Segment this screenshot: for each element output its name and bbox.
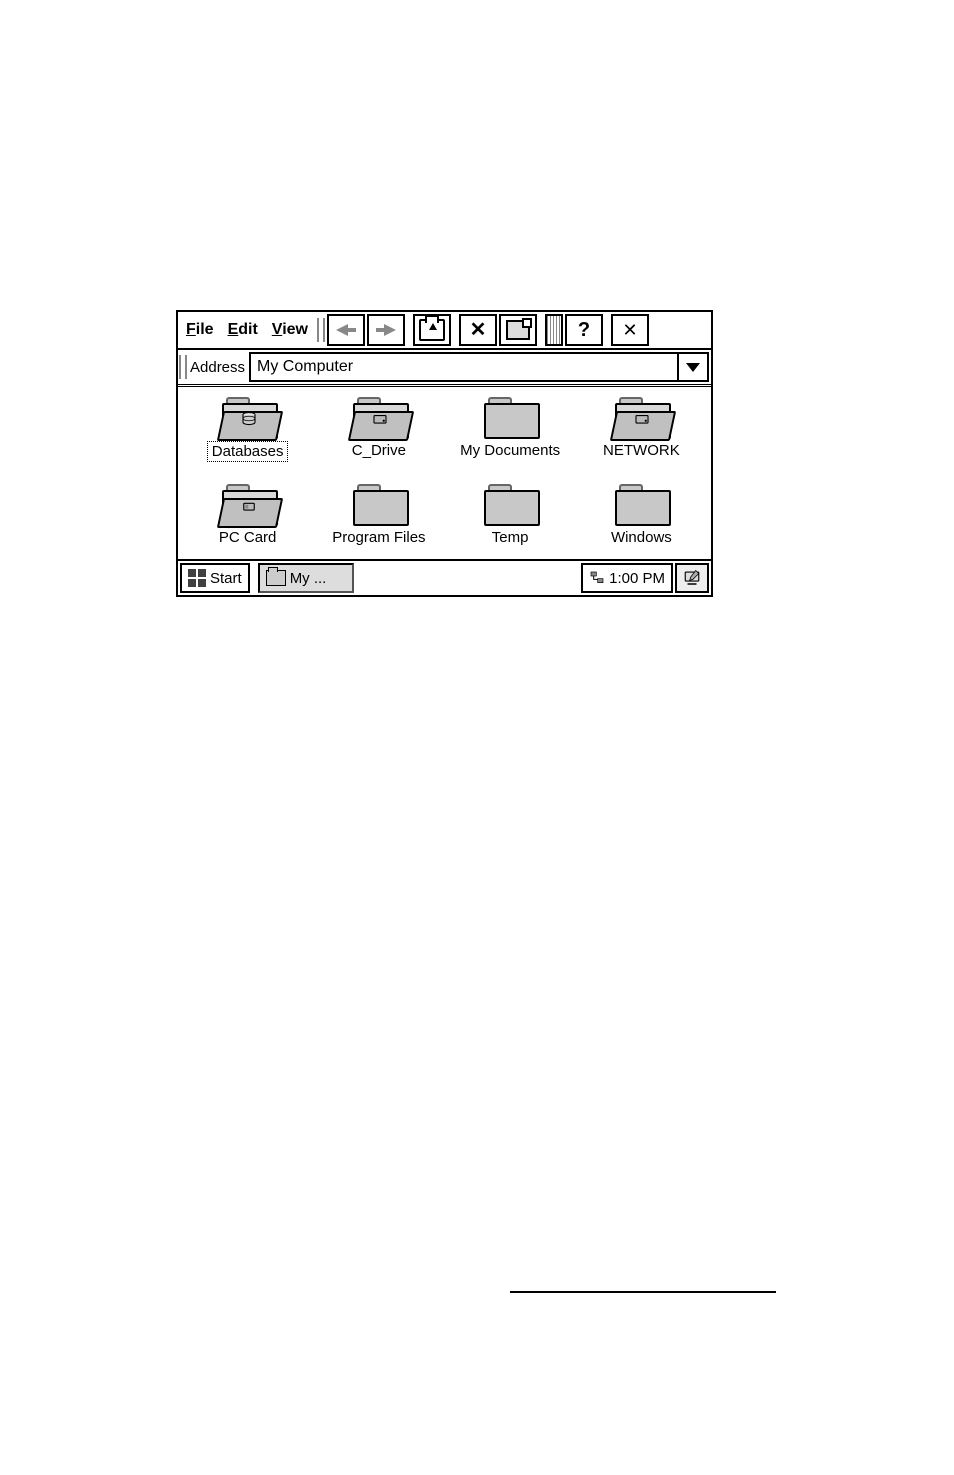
address-label: Address xyxy=(188,350,249,384)
taskbar: Start My ... 1:00 PM xyxy=(178,559,711,595)
folder-icon xyxy=(615,484,667,522)
back-button[interactable] xyxy=(327,314,365,346)
nav-buttons xyxy=(326,312,406,348)
item-label: Temp xyxy=(488,528,533,547)
folder-open-icon xyxy=(615,397,667,435)
network-tray-icon xyxy=(589,570,605,586)
item-label: C_Drive xyxy=(348,441,410,460)
drive-overlay-icon xyxy=(369,411,391,429)
item-databases[interactable]: Databases xyxy=(184,397,311,462)
x-icon: ✕ xyxy=(470,320,487,340)
chevron-down-icon xyxy=(686,363,700,372)
properties-icon xyxy=(506,320,530,340)
address-value: My Computer xyxy=(257,358,353,376)
taskbar-task-my[interactable]: My ... xyxy=(258,563,354,593)
up-button[interactable] xyxy=(413,314,451,346)
item-label: Databases xyxy=(207,441,289,462)
database-overlay-icon xyxy=(238,411,260,429)
item-my-documents[interactable]: My Documents xyxy=(447,397,574,462)
close-icon: ✕ xyxy=(622,321,637,339)
delete-button[interactable]: ✕ xyxy=(459,314,497,346)
addressbar-grip[interactable] xyxy=(178,350,188,384)
item-pc-card[interactable]: PC Card xyxy=(184,484,311,547)
windows-logo-icon xyxy=(188,569,206,587)
toolbar-separator xyxy=(545,314,563,346)
item-windows[interactable]: Windows xyxy=(578,484,705,547)
menubar: File Edit View ✕ ? ✕ xyxy=(178,312,711,350)
icon-grid: Databases C_Drive My Documents xyxy=(182,393,707,557)
folder-open-icon xyxy=(222,397,274,435)
start-button[interactable]: Start xyxy=(180,563,250,593)
item-label: PC Card xyxy=(215,528,281,547)
question-icon: ? xyxy=(578,319,590,342)
content-area: Databases C_Drive My Documents xyxy=(178,387,711,559)
forward-button[interactable] xyxy=(367,314,405,346)
item-temp[interactable]: Temp xyxy=(447,484,574,547)
start-label: Start xyxy=(210,570,242,587)
folder-open-icon xyxy=(353,397,405,435)
address-field[interactable]: My Computer xyxy=(249,352,679,382)
menu-view[interactable]: View xyxy=(272,321,308,339)
desktop-tray-button[interactable] xyxy=(675,563,709,593)
item-label: NETWORK xyxy=(599,441,684,460)
explorer-window: File Edit View ✕ ? ✕ xyxy=(176,310,713,597)
clock: 1:00 PM xyxy=(609,570,665,587)
folder-icon xyxy=(484,397,536,435)
item-label: My Documents xyxy=(456,441,564,460)
folder-open-icon xyxy=(222,484,274,522)
desktop-icon xyxy=(683,569,701,587)
item-program-files[interactable]: Program Files xyxy=(315,484,442,547)
task-label: My ... xyxy=(290,570,327,587)
menu-edit[interactable]: Edit xyxy=(228,321,258,339)
card-overlay-icon xyxy=(238,498,260,516)
drive-overlay-icon xyxy=(631,411,653,429)
address-dropdown[interactable] xyxy=(679,352,709,382)
item-label: Program Files xyxy=(328,528,429,547)
toolbar-grip[interactable] xyxy=(316,312,326,348)
menu-file[interactable]: File xyxy=(186,321,214,339)
folder-icon xyxy=(484,484,536,522)
folder-icon xyxy=(353,484,405,522)
menu-items: File Edit View xyxy=(178,312,316,348)
address-bar: Address My Computer xyxy=(178,350,711,387)
item-label: Windows xyxy=(607,528,676,547)
arrow-left-icon xyxy=(336,324,356,336)
item-c-drive[interactable]: C_Drive xyxy=(315,397,442,462)
footer-separator xyxy=(510,1291,776,1293)
help-button[interactable]: ? xyxy=(565,314,603,346)
item-network[interactable]: NETWORK xyxy=(578,397,705,462)
system-tray[interactable]: 1:00 PM xyxy=(581,563,673,593)
folder-open-icon xyxy=(266,570,286,586)
arrow-right-icon xyxy=(376,324,396,336)
properties-button[interactable] xyxy=(499,314,537,346)
up-folder-icon xyxy=(419,319,445,341)
close-button[interactable]: ✕ xyxy=(611,314,649,346)
